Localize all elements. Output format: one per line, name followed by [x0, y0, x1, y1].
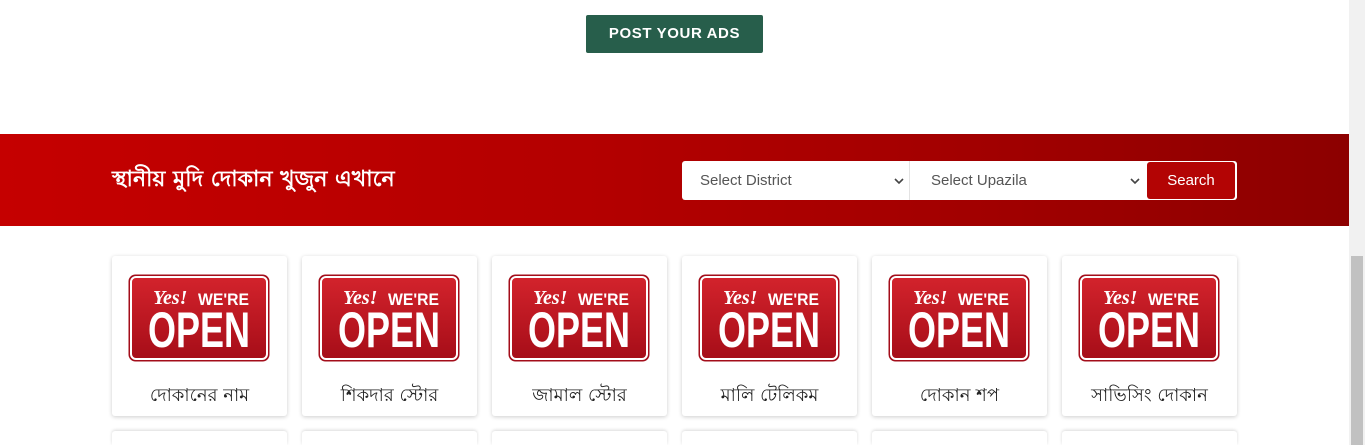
sign-open-text: OPEN	[1098, 302, 1200, 358]
sign-open-text: OPEN	[338, 302, 440, 358]
shop-card[interactable]	[682, 431, 857, 445]
shop-name[interactable]: দোকান শপ	[872, 384, 1047, 408]
shop-card[interactable]	[1062, 431, 1237, 445]
district-select-value: Select District	[700, 172, 792, 189]
shop-card-list-next-row	[112, 431, 1237, 445]
shop-name[interactable]: সাভিসিং দোকান	[1062, 384, 1237, 408]
search-button[interactable]: Search	[1147, 162, 1235, 199]
sign-open-text: OPEN	[148, 302, 250, 358]
open-sign-image: Yes! WE'RE OPEN	[128, 274, 270, 362]
shop-card[interactable]: Yes! WE'RE OPEN শিকদার স্টোর	[302, 256, 477, 416]
chevron-down-icon	[1130, 178, 1140, 185]
banner-title: স্থানীয় মুদি দোকান খুজুন এখানে	[112, 166, 395, 192]
open-sign-image: Yes! WE'RE OPEN	[698, 274, 840, 362]
chevron-down-icon	[894, 178, 904, 185]
search-form: Select District Select Upazila Search	[682, 161, 1237, 200]
vertical-scrollbar[interactable]	[1349, 0, 1365, 445]
shop-card[interactable]: Yes! WE'RE OPEN দোকান শপ	[872, 256, 1047, 416]
district-select[interactable]: Select District	[682, 161, 910, 200]
sign-open-text: OPEN	[718, 302, 820, 358]
shop-card[interactable]	[302, 431, 477, 445]
page: POST YOUR ADS স্থানীয় মুদি দোকান খুজুন …	[0, 0, 1349, 445]
shop-card[interactable]	[492, 431, 667, 445]
shop-card[interactable]: Yes! WE'RE OPEN মালি টেলিকম	[682, 256, 857, 416]
shop-card[interactable]	[872, 431, 1047, 445]
shop-name[interactable]: শিকদার স্টোর	[302, 384, 477, 408]
shop-name[interactable]: মালি টেলিকম	[682, 384, 857, 408]
shop-search-banner: স্থানীয় মুদি দোকান খুজুন এখানে Select D…	[0, 134, 1349, 226]
upazila-select-value: Select Upazila	[931, 172, 1027, 189]
shop-card[interactable]: Yes! WE'RE OPEN জামাল স্টোর	[492, 256, 667, 416]
open-sign-image: Yes! WE'RE OPEN	[318, 274, 460, 362]
open-sign-image: Yes! WE'RE OPEN	[1078, 274, 1220, 362]
shop-name[interactable]: দোকানের নাম	[112, 384, 287, 408]
sign-open-text: OPEN	[528, 302, 630, 358]
scrollbar-thumb[interactable]	[1351, 256, 1363, 445]
shop-card-list: Yes! WE'RE OPEN দোকানের নাম Yes! WE'RE O…	[112, 256, 1237, 416]
post-ads-button[interactable]: POST YOUR ADS	[586, 15, 763, 53]
shop-card[interactable]: Yes! WE'RE OPEN সাভিসিং দোকান	[1062, 256, 1237, 416]
shop-card[interactable]	[112, 431, 287, 445]
shop-card[interactable]: Yes! WE'RE OPEN দোকানের নাম	[112, 256, 287, 416]
sign-open-text: OPEN	[908, 302, 1010, 358]
shop-name[interactable]: জামাল স্টোর	[492, 384, 667, 408]
upazila-select[interactable]: Select Upazila	[911, 161, 1147, 200]
open-sign-image: Yes! WE'RE OPEN	[508, 274, 650, 362]
open-sign-image: Yes! WE'RE OPEN	[888, 274, 1030, 362]
